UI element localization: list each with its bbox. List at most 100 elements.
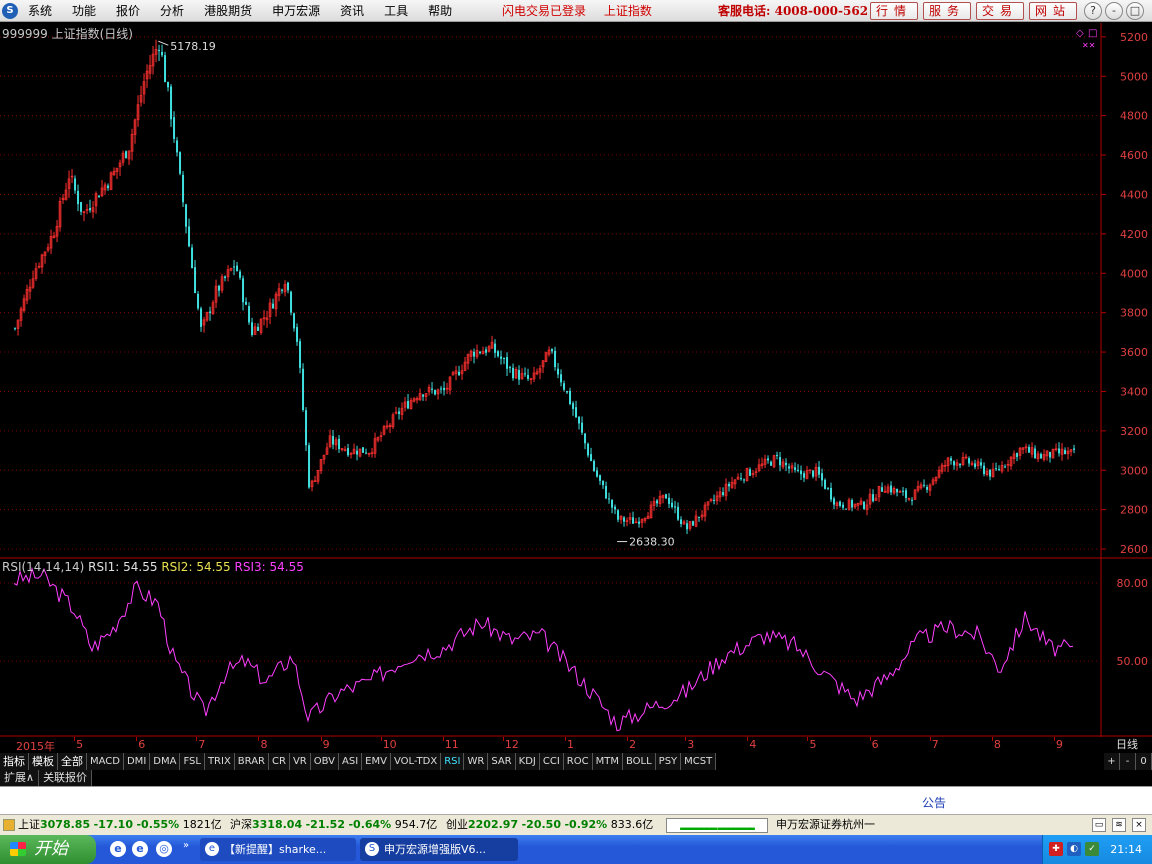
- tab-roc[interactable]: ROC: [563, 753, 593, 770]
- zoom-in-button[interactable]: +: [1104, 753, 1120, 770]
- chart-canvas[interactable]: 5200 5000 4800 4600 4400 4200 4000 3800 3600 3400…: [0, 23, 1152, 737]
- index-sh[interactable]: 上证3078.85 -17.10 -0.55% 1821亿: [18, 815, 222, 835]
- trade-button[interactable]: 交易: [976, 2, 1024, 20]
- tab-brar[interactable]: BRAR: [234, 753, 269, 770]
- notice-link[interactable]: 公告: [922, 794, 946, 811]
- tab-cr[interactable]: CR: [269, 753, 290, 770]
- website-button[interactable]: 网站: [1029, 2, 1077, 20]
- tab-emv[interactable]: EMV: [362, 753, 391, 770]
- clock[interactable]: 21:14: [1110, 835, 1142, 864]
- high-label: 5178.19: [170, 40, 216, 53]
- period-label[interactable]: 日线: [1102, 737, 1152, 753]
- menu-item-system[interactable]: 系统: [26, 0, 60, 22]
- maximize-icon[interactable]: □: [1126, 2, 1144, 20]
- candle-body: [290, 291, 293, 313]
- windows-taskbar: 开始 e e ◎ » e 【新提醒】sharke... S 申万宏源增强版V6.…: [0, 835, 1152, 864]
- tab-sar[interactable]: SAR: [488, 753, 516, 770]
- browser-icon[interactable]: e: [132, 841, 148, 857]
- tab-macd[interactable]: MACD: [87, 753, 124, 770]
- menu-item-news[interactable]: 资讯: [338, 0, 372, 22]
- cross-icon: ✕✕: [1082, 41, 1095, 50]
- candle-body: [305, 410, 308, 446]
- menu-item-analysis[interactable]: 分析: [158, 0, 192, 22]
- month-tick: [991, 737, 993, 741]
- zoom-out-button[interactable]: -: [1120, 753, 1136, 770]
- month-label: 1: [567, 738, 575, 751]
- note-icon[interactable]: ▭: [1092, 818, 1106, 832]
- chrome-icon[interactable]: ◎: [156, 841, 172, 857]
- app-logo-icon[interactable]: S: [2, 3, 18, 19]
- qq-icon[interactable]: ◐: [1067, 842, 1081, 856]
- tab-dma[interactable]: DMA: [150, 753, 181, 770]
- task-swhy-app[interactable]: S 申万宏源增强版V6...: [360, 838, 518, 861]
- quicklaunch-more-icon[interactable]: »: [183, 840, 189, 851]
- trade-login-status[interactable]: 闪电交易已登录: [502, 4, 586, 18]
- menu-item-quote[interactable]: 报价: [114, 0, 148, 22]
- month-label: 8: [993, 738, 1001, 751]
- tab-模板[interactable]: 模板: [29, 753, 58, 770]
- candle-body: [923, 484, 926, 486]
- tab-wr[interactable]: WR: [464, 753, 489, 770]
- tab-kdj[interactable]: KDJ: [515, 753, 540, 770]
- market-button[interactable]: 行情: [870, 2, 918, 20]
- tab-fsl[interactable]: FSL: [180, 753, 205, 770]
- candle-body: [1040, 453, 1043, 459]
- tab-boll[interactable]: BOLL: [622, 753, 656, 770]
- candle-body: [1073, 448, 1076, 450]
- rsi-line: [13, 566, 1074, 732]
- tab-mtm[interactable]: MTM: [592, 753, 623, 770]
- tab-指标[interactable]: 指标: [0, 753, 29, 770]
- tab-vr[interactable]: VR: [289, 753, 311, 770]
- shield-icon[interactable]: ✓: [1085, 842, 1099, 856]
- rsi3-value: 54.55: [269, 560, 304, 574]
- reset-button[interactable]: 0: [1136, 753, 1152, 770]
- index-hs[interactable]: 沪深3318.04 -21.52 -0.64% 954.7亿: [230, 815, 437, 835]
- rsi-name[interactable]: RSI(14,14,14): [2, 560, 84, 574]
- candle-body: [218, 285, 221, 291]
- tab-cci[interactable]: CCI: [539, 753, 564, 770]
- tab-dmi[interactable]: DMI: [123, 753, 151, 770]
- menu-item-hk-futures[interactable]: 港股期货: [202, 0, 260, 22]
- tab-全部[interactable]: 全部: [58, 753, 87, 770]
- minimize-icon[interactable]: -: [1105, 2, 1123, 20]
- notice-bar: 公告: [0, 786, 1152, 814]
- candle-body: [473, 351, 476, 357]
- tab-trix[interactable]: TRIX: [204, 753, 235, 770]
- candle-body: [656, 500, 659, 504]
- candle-body: [299, 341, 302, 368]
- ie-icon[interactable]: e: [110, 841, 126, 857]
- close-icon[interactable]: ×: [1132, 818, 1146, 832]
- index-pct: -0.92%: [564, 818, 608, 831]
- tab-vol-tdx[interactable]: VOL-TDX: [390, 753, 442, 770]
- broker-branch[interactable]: 申万宏源证券杭州一: [776, 815, 875, 835]
- ticker-icon[interactable]: [3, 819, 15, 831]
- menu-item-help[interactable]: 帮助: [426, 0, 460, 22]
- tab-rsi[interactable]: RSI: [441, 753, 465, 770]
- tab-mcst[interactable]: MCST: [681, 753, 717, 770]
- tab-obv[interactable]: OBV: [310, 753, 339, 770]
- service-button[interactable]: 服务: [923, 2, 971, 20]
- candle-body: [1004, 466, 1007, 468]
- help-icon[interactable]: ?: [1084, 2, 1102, 20]
- menu-item-swhy[interactable]: 申万宏源: [270, 0, 328, 22]
- menu-item-function[interactable]: 功能: [70, 0, 104, 22]
- candle-body: [677, 506, 680, 520]
- kline-chart-area[interactable]: 5200 5000 4800 4600 4400 4200 4000 3800 3600 3400…: [0, 23, 1152, 755]
- network-icon[interactable]: ✚: [1049, 842, 1063, 856]
- candle-body: [980, 462, 983, 466]
- windows-flag-icon: [10, 842, 26, 856]
- candle-body: [989, 469, 992, 477]
- candle-body: [671, 502, 674, 508]
- related-quote-tab[interactable]: 关联报价: [39, 770, 93, 786]
- candle-body: [485, 349, 488, 353]
- task-reminder[interactable]: e 【新提醒】sharke...: [200, 838, 356, 861]
- expand-tab[interactable]: 扩展∧: [0, 770, 40, 786]
- candle-body: [788, 466, 791, 469]
- signal-icon[interactable]: ≋: [1112, 818, 1126, 832]
- menu-item-tools[interactable]: 工具: [382, 0, 416, 22]
- index-cy[interactable]: 创业2202.97 -20.50 -0.92% 833.6亿: [446, 815, 653, 835]
- tab-psy[interactable]: PSY: [655, 753, 682, 770]
- start-button[interactable]: 开始: [0, 835, 96, 864]
- tab-asi[interactable]: ASI: [339, 753, 363, 770]
- tab-controls: + -0: [1104, 753, 1152, 770]
